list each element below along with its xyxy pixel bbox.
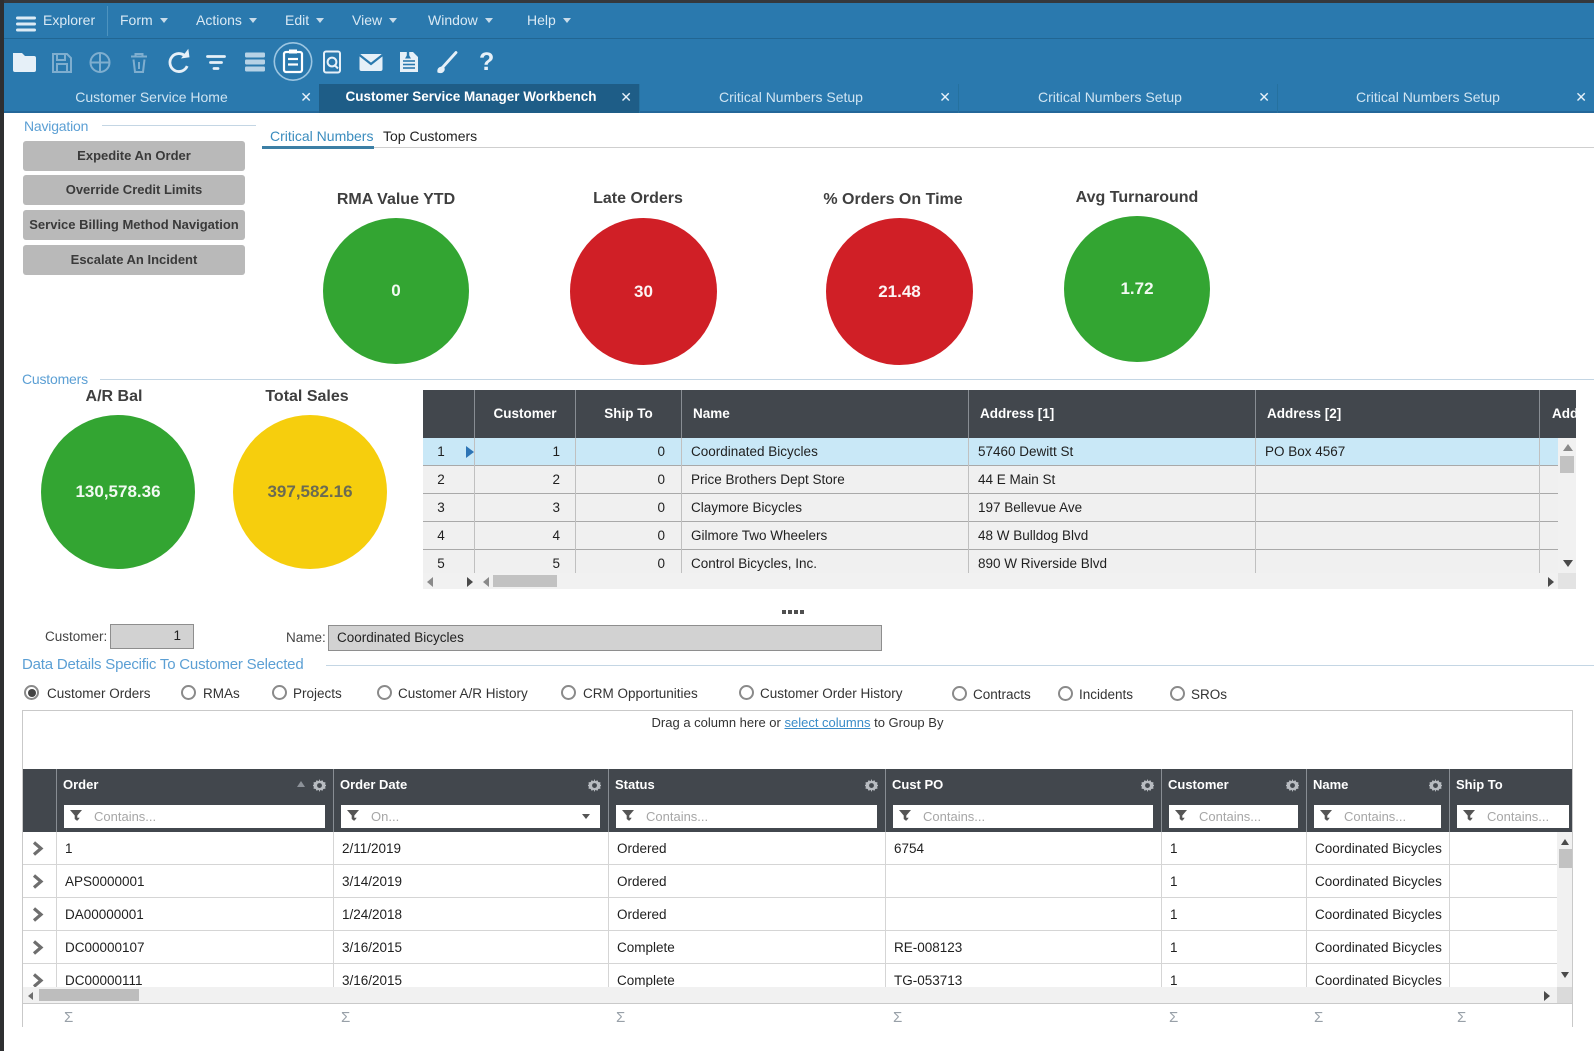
svg-text:?: ? — [479, 48, 494, 76]
